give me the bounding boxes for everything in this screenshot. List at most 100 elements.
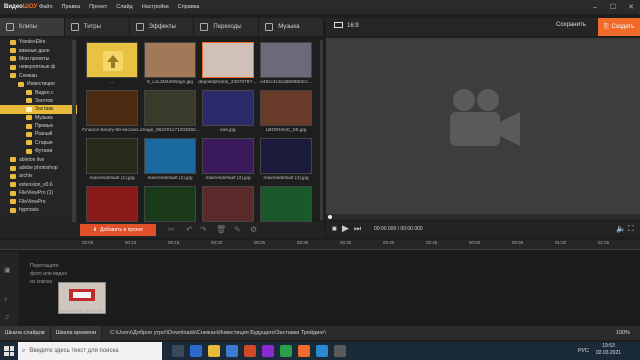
media-thumbnail[interactable] — [202, 42, 254, 78]
menu-slide[interactable]: Слайд — [116, 4, 133, 10]
undo-icon[interactable]: ↶ — [186, 225, 193, 234]
folder-tree-item[interactable]: FileViewPro (1) — [0, 189, 77, 197]
tab-music[interactable]: Музыка — [259, 18, 324, 36]
media-thumbnail[interactable] — [86, 186, 138, 222]
folder-icon — [26, 90, 32, 96]
minimize-icon[interactable]: – — [586, 0, 604, 14]
media-thumbnail[interactable] — [260, 186, 312, 222]
tab-label: Клипы — [19, 24, 37, 30]
save-button[interactable]: Сохранить — [556, 22, 586, 28]
task-view-icon[interactable] — [172, 345, 184, 357]
menu-help[interactable]: Справка — [178, 4, 200, 10]
search-icon: ⌕ — [22, 347, 26, 354]
folder-tree-item[interactable]: adobe photoshop — [0, 164, 77, 172]
settings-icon[interactable]: ⚙ — [250, 225, 257, 234]
folder-label: ableton live — [19, 156, 45, 163]
maximize-icon[interactable]: ☐ — [604, 0, 622, 14]
next-icon[interactable]: ⏭ — [354, 224, 361, 234]
clock-time: 19:53 — [602, 343, 615, 349]
menu-edit[interactable]: Правка — [62, 4, 81, 10]
app-icon[interactable] — [262, 345, 274, 357]
language-indicator[interactable]: РУС — [578, 348, 589, 354]
taskbar-search[interactable]: ⌕ Введите здесь текст для поиска — [18, 342, 162, 360]
media-thumbnail[interactable] — [202, 138, 254, 174]
editor-toolbar: ⬆ ✂ ↶ ↷ 🗑 ✎ ⚙ — [0, 222, 324, 238]
tab-clips[interactable]: Клипы — [0, 18, 65, 36]
media-thumbnail[interactable] — [260, 138, 312, 174]
tab-effects[interactable]: Эффекты — [129, 18, 195, 36]
tab-transitions[interactable]: Переходы — [194, 18, 260, 36]
redo-icon[interactable]: ↷ — [200, 225, 207, 234]
media-caption: maxresdefault (3).jpg — [205, 176, 251, 181]
create-button[interactable]: ⎘ Создать — [598, 18, 640, 36]
folder-tree-item[interactable]: FileViewPro — [0, 197, 77, 205]
media-thumbnail[interactable] — [202, 90, 254, 126]
folder-tree-item[interactable]: Заготов — [0, 97, 77, 105]
folder-tree-item[interactable]: Инвестиция — [0, 80, 77, 88]
menu-file[interactable]: Файл — [39, 4, 53, 10]
edit-icon[interactable]: ✎ — [234, 225, 241, 234]
add-to-project-button[interactable]: ⬇ Добавить в проект — [80, 224, 156, 236]
media-thumbnail[interactable] — [86, 138, 138, 174]
folder-tree-item[interactable]: Мои проекты — [0, 55, 77, 63]
clock[interactable]: 19:53 02.03.2021 — [596, 343, 621, 357]
windows-start-icon[interactable] — [2, 344, 16, 358]
grid-scrollbar[interactable] — [320, 40, 323, 220]
play-icon[interactable]: ▶ — [342, 223, 349, 234]
folder-tree-item[interactable]: важные данн — [0, 46, 77, 54]
media-thumbnail[interactable] — [144, 186, 196, 222]
folder-icon — [26, 148, 32, 154]
media-thumbnail[interactable] — [144, 138, 196, 174]
folder-tree-item[interactable]: YandexElire — [0, 38, 77, 46]
timeline-ruler[interactable]: 00:05 00:10 00:15 00:20 00:25 00:30 00:35 00:40… — [0, 240, 640, 250]
yandex-icon[interactable] — [244, 345, 256, 357]
app3-icon[interactable] — [334, 345, 346, 357]
media-thumbnail[interactable] — [144, 90, 196, 126]
aspect-ratio-selector[interactable]: 16:9 — [334, 22, 359, 29]
tree-scrollbar[interactable] — [72, 40, 76, 230]
folder-tree-item[interactable]: ableton live — [0, 155, 77, 163]
folder-tree-item[interactable]: Видео с — [0, 88, 77, 96]
preview-progress-bar[interactable] — [326, 214, 640, 220]
media-thumbnail[interactable] — [86, 90, 138, 126]
media-thumbnail[interactable] — [202, 186, 254, 222]
folder-icon — [26, 123, 32, 129]
folder-tree-item[interactable]: Снежан — [0, 72, 77, 80]
fullscreen-icon[interactable]: ⛶ — [628, 224, 634, 234]
menu-settings[interactable]: Настройки — [142, 4, 169, 10]
track-sidebar: ▣ ♪ ♫ — [0, 252, 18, 326]
store-icon[interactable] — [226, 345, 238, 357]
folder-tree-item[interactable]: Футажи — [0, 147, 77, 155]
delete-icon[interactable]: 🗑 — [216, 225, 226, 234]
folder-tree-item[interactable]: Превью — [0, 122, 77, 130]
media-thumbnail[interactable] — [144, 42, 196, 78]
tab-titles[interactable]: Титры — [64, 18, 130, 36]
folder-tree-item[interactable]: невероятные ф — [0, 63, 77, 71]
folder-tree-item[interactable]: Разный — [0, 130, 77, 138]
folder-tree-item[interactable]: archiv — [0, 172, 77, 180]
videoshow-taskbar-icon[interactable] — [298, 345, 310, 357]
stop-icon[interactable]: ■ — [332, 224, 337, 233]
explorer-icon[interactable] — [208, 345, 220, 357]
folder-tree-item[interactable]: hypnosis — [0, 206, 77, 214]
folder-tree-item[interactable]: Музыка — [0, 114, 77, 122]
edge-icon[interactable] — [190, 345, 202, 357]
telegram-icon[interactable] — [316, 345, 328, 357]
cut-icon[interactable]: ✂ — [168, 225, 175, 234]
media-thumbnail[interactable] — [86, 42, 138, 78]
close-icon[interactable]: ✕ — [622, 0, 640, 14]
folder-tree-item[interactable]: Старые — [0, 139, 77, 147]
folder-icon — [10, 173, 16, 179]
slides-scale-button[interactable]: Шкала слайдов — [0, 326, 51, 340]
timeline-scale-button[interactable]: Шкала времени — [50, 326, 103, 340]
folder-tree-item[interactable]: Заставк — [0, 105, 77, 114]
folder-icon — [10, 207, 16, 213]
media-thumbnail[interactable] — [260, 90, 312, 126]
transitions-icon — [200, 23, 209, 31]
app2-icon[interactable] — [280, 345, 292, 357]
volume-icon[interactable]: 🔈 — [616, 224, 626, 233]
folder-tree-item[interactable]: extension_v0.6 — [0, 181, 77, 189]
menu-project[interactable]: Проект — [89, 4, 107, 10]
media-thumbnail[interactable] — [260, 42, 312, 78]
progress-handle[interactable] — [328, 215, 332, 219]
